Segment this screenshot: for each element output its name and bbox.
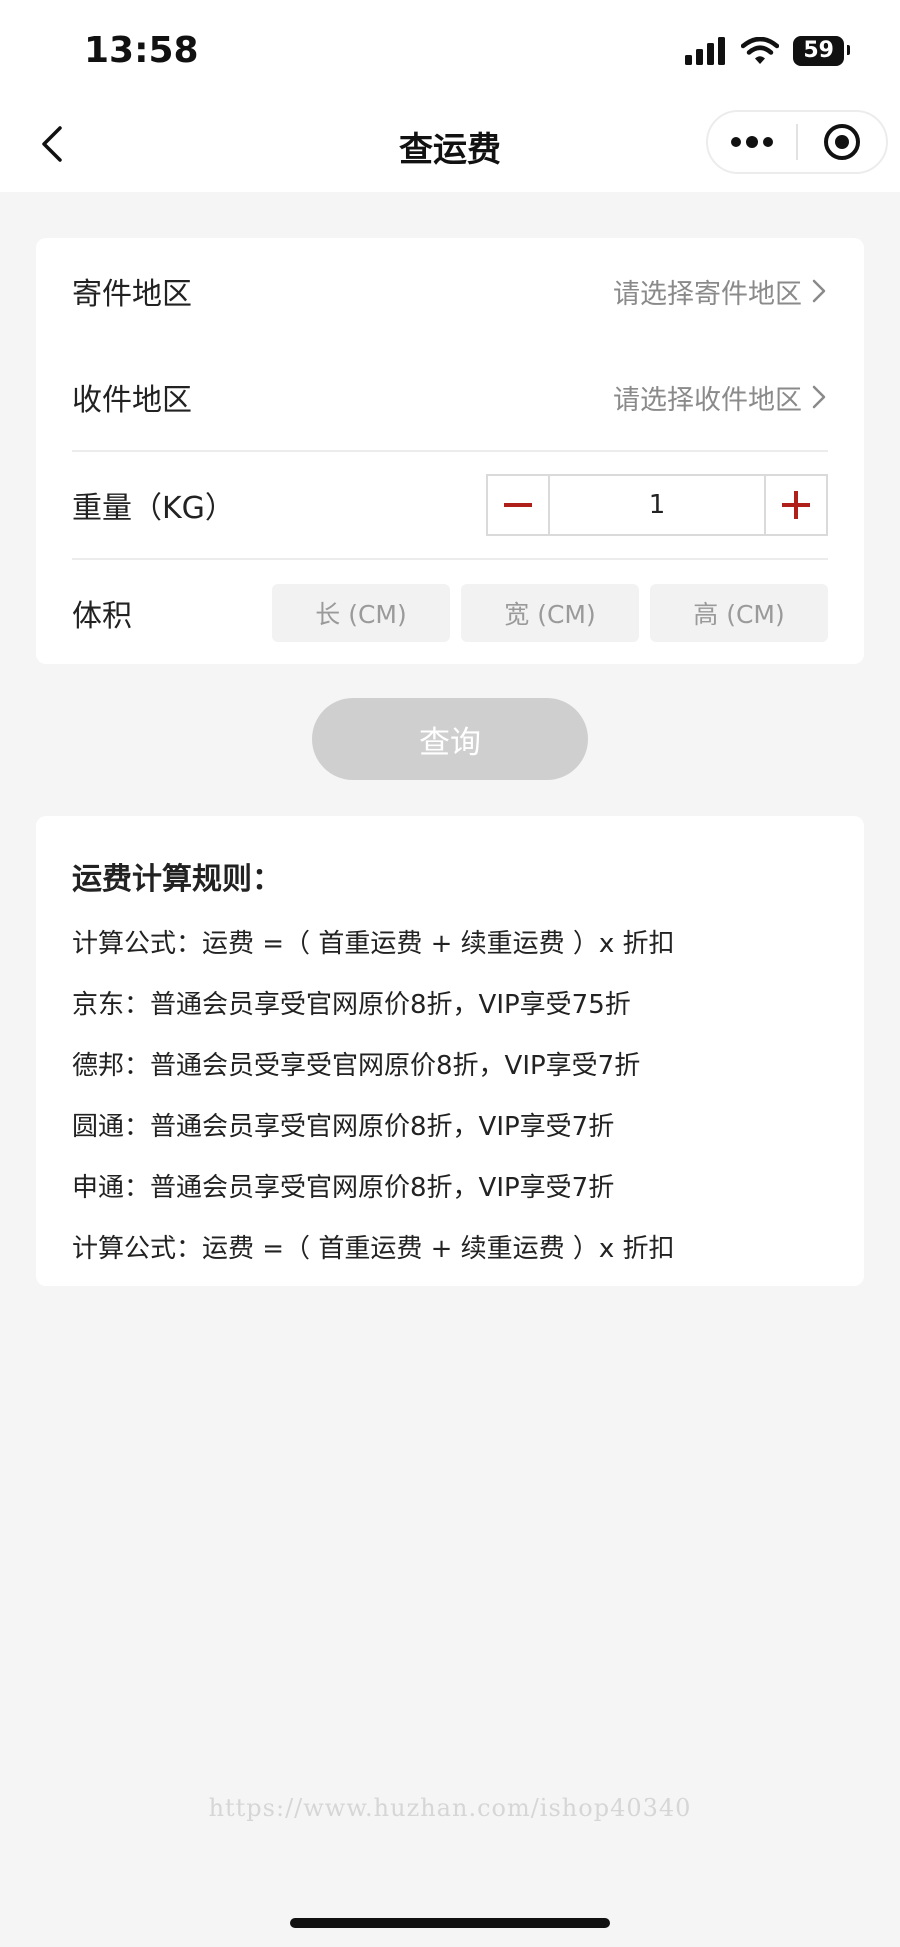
navigation-bar: 查运费 (0, 96, 900, 192)
volume-row: 体积 长 (CM) 宽 (CM) 高 (CM) (72, 560, 828, 666)
destination-region-label: 收件地区 (72, 383, 192, 418)
origin-region-label: 寄件地区 (72, 277, 192, 312)
destination-region-picker[interactable]: 请选择收件地区 (613, 344, 828, 450)
status-icons: 59 (685, 36, 850, 66)
minus-icon (504, 503, 532, 507)
watermark: https://www.huzhan.com/ishop40340 (208, 1794, 692, 1822)
rule-line: 计算公式：运费 =（ 首重运费 + 续重运费 ）x 折扣 (72, 929, 675, 959)
height-input[interactable]: 高 (CM) (650, 584, 828, 642)
rule-line: 申通：普通会员享受官网原价8折，VIP享受7折 (72, 1173, 615, 1203)
battery-indicator: 59 (793, 36, 850, 66)
status-time: 13:58 (84, 30, 199, 71)
destination-region-placeholder: 请选择收件地区 (613, 384, 802, 416)
origin-region-picker[interactable]: 请选择寄件地区 (613, 238, 828, 344)
query-button[interactable]: 查询 (312, 698, 588, 780)
decrement-button[interactable] (488, 476, 548, 534)
plus-icon (782, 491, 810, 519)
origin-region-placeholder: 请选择寄件地区 (613, 278, 802, 310)
weight-row: 重量（KG） 1 (72, 452, 828, 558)
wifi-icon (741, 37, 780, 64)
volume-label: 体积 (72, 599, 132, 634)
rule-line: 计算公式：运费 =（ 首重运费 + 续重运费 ）x 折扣 (72, 1234, 675, 1264)
origin-region-row[interactable]: 寄件地区 请选择寄件地区 (72, 238, 828, 344)
status-bar: 13:58 59 (0, 0, 900, 96)
width-input[interactable]: 宽 (CM) (461, 584, 639, 642)
more-dots-icon (731, 136, 773, 148)
target-close-icon (824, 124, 860, 160)
length-input[interactable]: 长 (CM) (272, 584, 450, 642)
rule-line: 京东：普通会员享受官网原价8折，VIP享受75折 (72, 990, 631, 1020)
increment-button[interactable] (766, 476, 826, 534)
weight-label: 重量（KG） (72, 491, 235, 526)
home-indicator (290, 1918, 610, 1928)
weight-stepper: 1 (486, 474, 828, 536)
weight-input[interactable]: 1 (548, 476, 766, 534)
chevron-right-icon (812, 385, 826, 409)
rules-title: 运费计算规则： (72, 862, 282, 897)
freight-form-card: 寄件地区 请选择寄件地区 收件地区 请选择收件地区 重量（KG） 1 体积 长 … (36, 238, 864, 664)
mini-program-capsule (706, 110, 888, 174)
rule-line: 圆通：普通会员享受官网原价8折，VIP享受7折 (72, 1112, 615, 1142)
more-button[interactable] (708, 112, 796, 172)
freight-rules-card: 运费计算规则： 计算公式：运费 =（ 首重运费 + 续重运费 ）x 折扣 京东：… (36, 816, 864, 1286)
destination-region-row[interactable]: 收件地区 请选择收件地区 (72, 344, 828, 450)
volume-inputs: 长 (CM) 宽 (CM) 高 (CM) (272, 584, 828, 642)
chevron-right-icon (812, 279, 826, 303)
signal-icon (685, 37, 726, 65)
close-mini-program-button[interactable] (798, 112, 886, 172)
rule-line: 德邦：普通会员受享受官网原价8折，VIP享受7折 (72, 1051, 641, 1081)
